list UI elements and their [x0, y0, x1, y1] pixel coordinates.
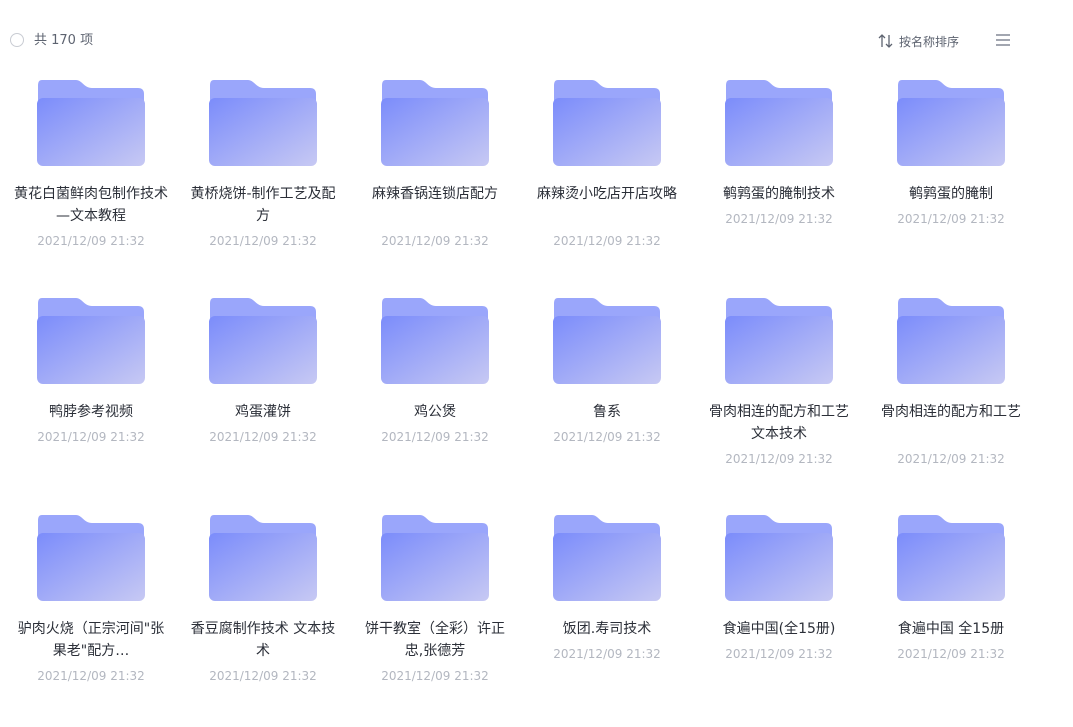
folder-icon: [725, 515, 833, 601]
folder-name: 鸡公煲: [414, 404, 456, 420]
folder-icon: [381, 80, 489, 166]
folder-icon: [209, 80, 317, 166]
folder-icon: [381, 298, 489, 384]
folder-date: 2021/12/09 21:32: [553, 647, 661, 661]
folder-date: 2021/12/09 21:32: [209, 430, 317, 444]
folder-icon: [553, 298, 661, 384]
folder-name: 香豆腐制作技术 文本技术: [190, 621, 336, 659]
folder-icon: [37, 298, 145, 384]
folder-icon: [897, 515, 1005, 601]
folder-name: 鸭脖参考视频: [49, 404, 133, 420]
folder-name: 食遍中国 全15册: [897, 621, 1005, 637]
folder-date: 2021/12/09 21:32: [381, 430, 489, 444]
folder-icon: [553, 515, 661, 601]
folder-icon: [209, 298, 317, 384]
folder-name: 饭团.寿司技术: [562, 621, 652, 637]
folder-name: 鲁系: [593, 404, 621, 420]
folder-name: 驴肉火烧（正宗河间"张果老"配方…: [17, 621, 165, 659]
folder-name: 鹌鹑蛋的腌制技术: [723, 186, 835, 202]
folder-icon: [209, 515, 317, 601]
folder-date: 2021/12/09 21:32: [725, 212, 833, 226]
folder-name: 鸡蛋灌饼: [235, 404, 291, 420]
folder-name: 黄花白菌鲜肉包制作技术—文本教程: [14, 186, 168, 224]
folder-name: 骨肉相连的配方和工艺: [881, 404, 1021, 420]
folder-date: 2021/12/09 21:32: [381, 234, 489, 248]
folder-icon: [37, 515, 145, 601]
folder-icon: [725, 298, 833, 384]
sort-by-name-button[interactable]: 按名称排序: [878, 31, 959, 51]
folder-icon: [553, 80, 661, 166]
folder-name: 食遍中国(全15册): [722, 621, 836, 637]
folder-date: 2021/12/09 21:32: [37, 669, 145, 683]
folder-date: 2021/12/09 21:32: [897, 647, 1005, 661]
folder-icon: [897, 80, 1005, 166]
folder-date: 2021/12/09 21:32: [553, 430, 661, 444]
folder-date: 2021/12/09 21:32: [209, 234, 317, 248]
folder-date: 2021/12/09 21:32: [37, 430, 145, 444]
sort-arrows-icon: [878, 34, 893, 48]
list-view-icon[interactable]: [994, 32, 1012, 48]
item-count: 共 170 项: [34, 33, 94, 48]
folder-name: 黄桥烧饼-制作工艺及配方: [190, 186, 336, 224]
select-all-checkbox[interactable]: [10, 33, 24, 47]
folder-icon: [725, 80, 833, 166]
folder-icon: [37, 80, 145, 166]
folder-date: 2021/12/09 21:32: [897, 452, 1005, 466]
folder-date: 2021/12/09 21:32: [553, 234, 661, 248]
folder-date: 2021/12/09 21:32: [725, 452, 833, 466]
folder-date: 2021/12/09 21:32: [381, 669, 489, 683]
folder-name: 鹌鹑蛋的腌制: [909, 186, 993, 202]
folder-icon: [381, 515, 489, 601]
folder-date: 2021/12/09 21:32: [897, 212, 1005, 226]
folder-name: 麻辣烫小吃店开店攻略: [537, 186, 677, 202]
folder-icon: [897, 298, 1005, 384]
folder-name: 饼干教室（全彩）许正忠,张德芳: [365, 621, 505, 659]
folder-name: 麻辣香锅连锁店配方: [372, 186, 498, 202]
toolbar: 共 170 项 按名称排序: [0, 0, 1073, 82]
folder-date: 2021/12/09 21:32: [37, 234, 145, 248]
folder-date: 2021/12/09 21:32: [725, 647, 833, 661]
folder-date: 2021/12/09 21:32: [209, 669, 317, 683]
folder-name: 骨肉相连的配方和工艺 文本技术: [709, 404, 849, 442]
sort-label: 按名称排序: [899, 34, 960, 49]
